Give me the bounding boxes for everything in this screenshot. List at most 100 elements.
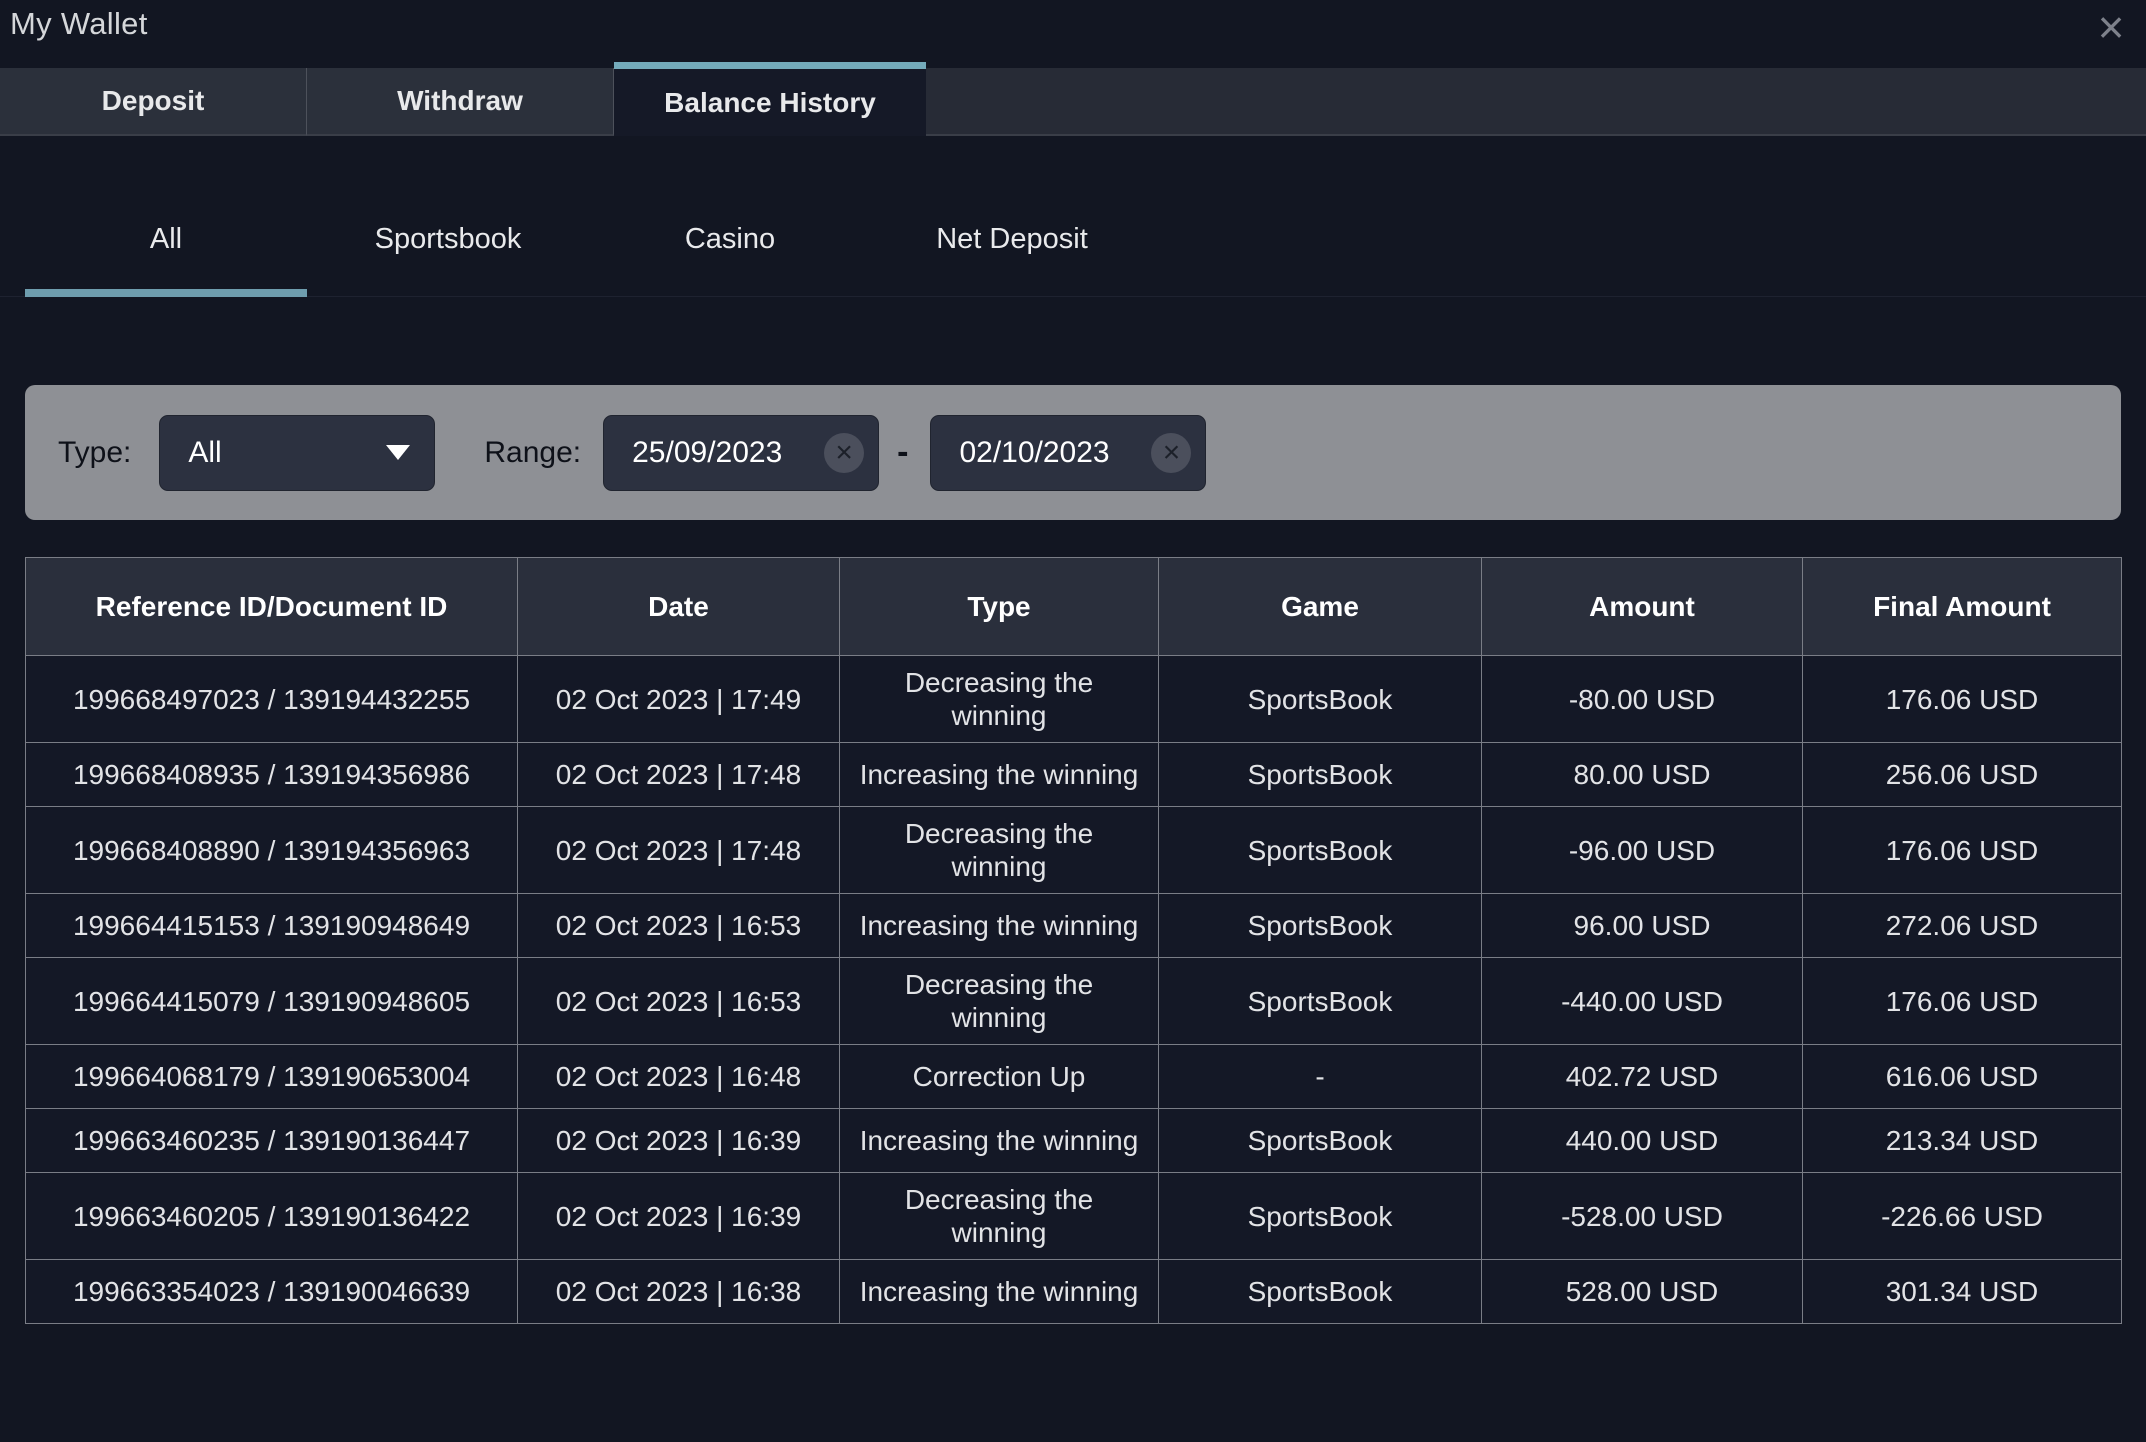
reference-id-cell: 199664415153 / 139190948649 (26, 894, 518, 958)
game-cell: SportsBook (1159, 1173, 1482, 1260)
column-header-type: Type (840, 558, 1159, 656)
titlebar: My Wallet × (0, 0, 2146, 68)
date-cell: 02 Oct 2023 | 17:48 (518, 743, 840, 807)
game-cell: SportsBook (1159, 958, 1482, 1045)
reference-id-cell: 199668408890 / 139194356963 (26, 807, 518, 894)
date-cell: 02 Oct 2023 | 16:39 (518, 1109, 840, 1173)
subtab-all[interactable]: All (25, 190, 307, 297)
game-cell: - (1159, 1045, 1482, 1109)
date-to-value: 02/10/2023 (959, 436, 1109, 470)
table-row: 199664415153 / 139190948649 02 Oct 2023 … (26, 894, 2122, 958)
tab-withdraw[interactable]: Withdraw (307, 68, 614, 136)
column-header-final-amount: Final Amount (1803, 558, 2122, 656)
final-amount-cell: 256.06 USD (1803, 743, 2122, 807)
game-cell: SportsBook (1159, 894, 1482, 958)
clear-icon: × (835, 433, 853, 473)
type-cell: Increasing the winning (840, 894, 1159, 958)
type-cell: Decreasing the winning (840, 807, 1159, 894)
clear-date-to-button[interactable]: × (1151, 433, 1191, 473)
type-cell: Decreasing the winning (840, 1173, 1159, 1260)
reference-id-cell: 199663354023 / 139190046639 (26, 1260, 518, 1324)
close-icon: × (2098, 6, 2125, 48)
main-tabs: Deposit Withdraw Balance History (0, 68, 2146, 136)
date-cell: 02 Oct 2023 | 16:53 (518, 894, 840, 958)
balance-history-table: Reference ID/Document ID Date Type Game … (25, 557, 2121, 1324)
type-cell: Correction Up (840, 1045, 1159, 1109)
subtab-label: All (150, 223, 182, 256)
final-amount-cell: 176.06 USD (1803, 958, 2122, 1045)
table-row: 199664068179 / 139190653004 02 Oct 2023 … (26, 1045, 2122, 1109)
clear-icon: × (1163, 433, 1181, 473)
column-header-reference-id: Reference ID/Document ID (26, 558, 518, 656)
table-row: 199668408935 / 139194356986 02 Oct 2023 … (26, 743, 2122, 807)
amount-cell: -80.00 USD (1482, 656, 1803, 743)
type-cell: Increasing the winning (840, 1109, 1159, 1173)
date-cell: 02 Oct 2023 | 16:48 (518, 1045, 840, 1109)
close-button[interactable]: × (2090, 6, 2132, 48)
tab-label: Balance History (664, 87, 876, 119)
date-cell: 02 Oct 2023 | 17:49 (518, 656, 840, 743)
subtab-label: Net Deposit (936, 223, 1088, 256)
column-header-amount: Amount (1482, 558, 1803, 656)
table-row: 199668408890 / 139194356963 02 Oct 2023 … (26, 807, 2122, 894)
balance-subtabs: All Sportsbook Casino Net Deposit (25, 190, 2121, 297)
clear-date-from-button[interactable]: × (824, 433, 864, 473)
amount-cell: -528.00 USD (1482, 1173, 1803, 1260)
final-amount-cell: 272.06 USD (1803, 894, 2122, 958)
final-amount-cell: -226.66 USD (1803, 1173, 2122, 1260)
column-header-date: Date (518, 558, 840, 656)
game-cell: SportsBook (1159, 1260, 1482, 1324)
tabstrip-filler (926, 68, 2146, 136)
final-amount-cell: 176.06 USD (1803, 807, 2122, 894)
tab-balance-history[interactable]: Balance History (614, 62, 926, 136)
type-select[interactable]: All (159, 415, 435, 491)
subtab-label: Sportsbook (375, 223, 522, 256)
amount-cell: -96.00 USD (1482, 807, 1803, 894)
date-cell: 02 Oct 2023 | 16:53 (518, 958, 840, 1045)
amount-cell: 96.00 USD (1482, 894, 1803, 958)
subtab-casino[interactable]: Casino (589, 190, 871, 297)
date-from-input[interactable]: 25/09/2023 × (603, 415, 879, 491)
reference-id-cell: 199668408935 / 139194356986 (26, 743, 518, 807)
game-cell: SportsBook (1159, 743, 1482, 807)
date-cell: 02 Oct 2023 | 16:39 (518, 1173, 840, 1260)
table-row: 199663460205 / 139190136422 02 Oct 2023 … (26, 1173, 2122, 1260)
game-cell: SportsBook (1159, 807, 1482, 894)
game-cell: SportsBook (1159, 1109, 1482, 1173)
subtab-net-deposit[interactable]: Net Deposit (871, 190, 1153, 297)
range-label: Range: (484, 436, 581, 470)
tab-deposit[interactable]: Deposit (0, 68, 307, 136)
amount-cell: 440.00 USD (1482, 1109, 1803, 1173)
type-cell: Decreasing the winning (840, 656, 1159, 743)
type-label: Type: (58, 436, 131, 470)
tab-label: Deposit (102, 85, 205, 117)
page-title: My Wallet (10, 6, 148, 42)
reference-id-cell: 199663460205 / 139190136422 (26, 1173, 518, 1260)
subtab-sportsbook[interactable]: Sportsbook (307, 190, 589, 297)
type-cell: Decreasing the winning (840, 958, 1159, 1045)
date-to-input[interactable]: 02/10/2023 × (930, 415, 1206, 491)
filter-bar: Type: All Range: 25/09/2023 × - 02/10/20… (25, 385, 2121, 520)
amount-cell: 528.00 USD (1482, 1260, 1803, 1324)
table-header-row: Reference ID/Document ID Date Type Game … (26, 558, 2122, 656)
amount-cell: 80.00 USD (1482, 743, 1803, 807)
amount-cell: 402.72 USD (1482, 1045, 1803, 1109)
table-row: 199663460235 / 139190136447 02 Oct 2023 … (26, 1109, 2122, 1173)
tab-label: Withdraw (397, 85, 523, 117)
reference-id-cell: 199664415079 / 139190948605 (26, 958, 518, 1045)
final-amount-cell: 176.06 USD (1803, 656, 2122, 743)
subtab-label: Casino (685, 223, 775, 256)
reference-id-cell: 199668497023 / 139194432255 (26, 656, 518, 743)
table-row: 199663354023 / 139190046639 02 Oct 2023 … (26, 1260, 2122, 1324)
reference-id-cell: 199664068179 / 139190653004 (26, 1045, 518, 1109)
date-cell: 02 Oct 2023 | 16:38 (518, 1260, 840, 1324)
final-amount-cell: 213.34 USD (1803, 1109, 2122, 1173)
column-header-game: Game (1159, 558, 1482, 656)
type-select-value: All (188, 436, 221, 470)
amount-cell: -440.00 USD (1482, 958, 1803, 1045)
final-amount-cell: 301.34 USD (1803, 1260, 2122, 1324)
table-row: 199664415079 / 139190948605 02 Oct 2023 … (26, 958, 2122, 1045)
chevron-down-icon (386, 445, 410, 460)
range-separator: - (897, 433, 908, 472)
type-cell: Increasing the winning (840, 1260, 1159, 1324)
